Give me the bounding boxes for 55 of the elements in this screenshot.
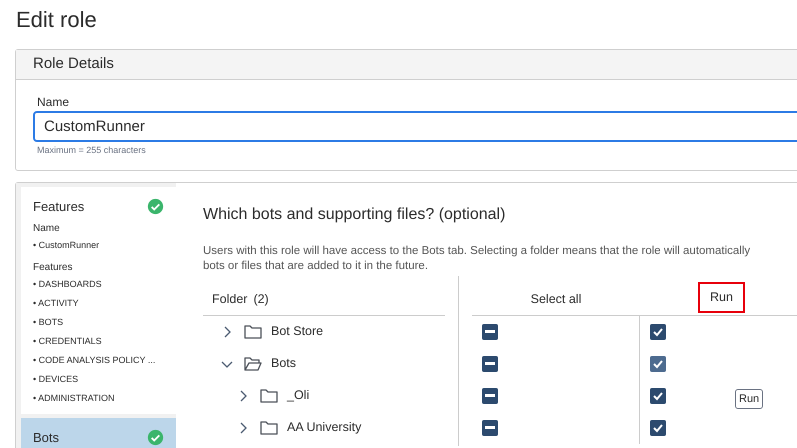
column-header[interactable]: Run [698, 282, 745, 312]
checkmark-icon [652, 422, 664, 434]
folder-row[interactable]: AA University [203, 412, 445, 444]
step-section-heading: Name [33, 222, 61, 236]
field-label: Name [37, 95, 70, 109]
folder-icon [260, 420, 278, 435]
checkmark-icon [652, 390, 664, 402]
step-summary-item: • DEVICES [33, 373, 80, 386]
description-text: Users with this role will have access to the Bots tab. Selecting a folder means that the role will automatically [203, 244, 752, 258]
step-summary-item: • ACTIVITY [33, 297, 80, 310]
step-summary-item: • CustomRunner [33, 239, 100, 252]
minus-icon [485, 426, 495, 429]
folder-name: _Oli [287, 387, 310, 404]
folder-name: Bot Store [271, 323, 324, 340]
select-all-checkbox[interactable] [482, 356, 498, 372]
select-all-checkbox[interactable] [482, 388, 498, 404]
step-title: Bots [33, 429, 60, 447]
folder-row[interactable]: Bots [203, 348, 445, 380]
sidebar-step[interactable]: Bots [21, 418, 176, 448]
name-input-field[interactable]: CustomRunner [33, 111, 797, 142]
step-summary-item: • DASHBOARDS [33, 278, 103, 291]
column-header: Folder [212, 290, 248, 308]
checkmark-icon [652, 326, 664, 338]
field-hint: Maximum = 255 characters [37, 144, 147, 157]
tooltip: Run [735, 388, 764, 409]
step-summary-item: • ADMINISTRATION [33, 392, 116, 405]
folder-name: AA University [287, 419, 362, 436]
run-checkbox[interactable] [650, 388, 666, 404]
step-section-heading: Features [33, 261, 74, 275]
minus-icon [485, 362, 495, 365]
select-all-checkbox[interactable] [482, 420, 498, 436]
minus-icon [485, 394, 495, 397]
select-all-checkbox[interactable] [482, 324, 498, 340]
step-title: Features [33, 198, 84, 216]
open-folder-icon [244, 356, 262, 371]
run-checkbox[interactable] [650, 420, 666, 436]
step-summary-item: • CODE ANALYSIS POLICY ... [33, 354, 156, 367]
run-checkbox[interactable] [650, 356, 666, 372]
step-summary-item: • BOTS [33, 316, 64, 329]
minus-icon [485, 330, 495, 333]
run-checkbox[interactable] [650, 324, 666, 340]
description-text: bots or files that are added to it in the future. [203, 258, 430, 274]
page-title: Edit role [16, 6, 98, 34]
panel-title: Role Details [33, 54, 114, 74]
checkmark-icon [652, 358, 664, 370]
folder-row[interactable]: _Oli [203, 380, 445, 412]
column-header[interactable]: Select all [524, 286, 588, 312]
step-summary-item: • CREDENTIALS [33, 335, 103, 348]
sidebar-step[interactable]: Features Name • CustomRunner Features • DASHBOARDS • ACTIVITY • BOTS • CREDENTIALS • CODE ANALYSIS POLICY ... • DEVICES • ADMINISTRATION [21, 186, 176, 414]
section-heading: Which bots and supporting files? (optional) [203, 204, 506, 224]
folder-row[interactable]: Bot Store [203, 316, 445, 348]
folder-icon [260, 388, 278, 403]
folder-name: Bots [271, 355, 296, 372]
folder-count: (2) [253, 290, 269, 308]
folder-icon [244, 324, 262, 339]
